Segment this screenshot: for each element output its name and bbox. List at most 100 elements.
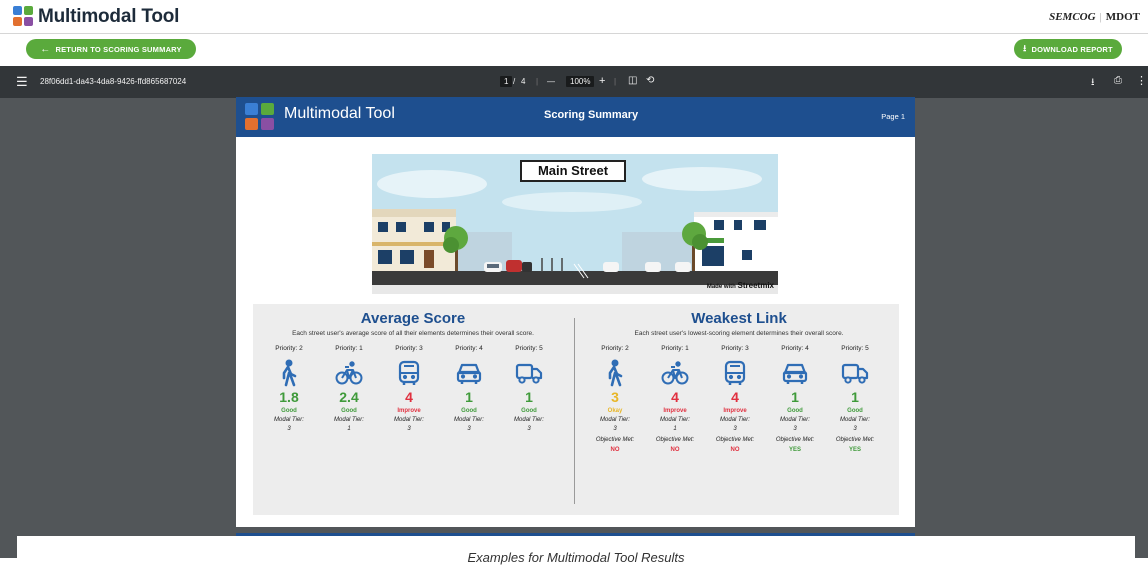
modal-tier-label: Modal Tier:: [660, 417, 690, 423]
print-icon[interactable]: ⎙: [1114, 75, 1122, 86]
modal-tier-label: Modal Tier:: [334, 417, 364, 423]
report-header: Multimodal Tool Scoring Summary Page 1: [236, 97, 915, 137]
truck-icon: [841, 363, 869, 384]
action-bar: ← RETURN TO SCORING SUMMARY ⭳ DOWNLOAD R…: [0, 35, 1148, 65]
page-label: Page 1: [881, 112, 905, 121]
pdf-page: Multimodal Tool Scoring Summary Page 1 M…: [236, 97, 915, 527]
zoom-level-input[interactable]: 100%: [566, 76, 595, 87]
download-button-label: DOWNLOAD REPORT: [1031, 44, 1113, 54]
weakest-column: Priority: 3 4 Improve Modal Tier: 3 Objective…: [705, 345, 765, 455]
partner-semcog: SEMCOG: [1049, 11, 1096, 23]
priority-label: Priority: 2: [601, 345, 629, 352]
modal-tier-label: Modal Tier:: [720, 417, 750, 423]
priority-label: Priority: 4: [455, 345, 483, 352]
modal-tier-value: 3: [407, 426, 411, 432]
modal-tier-value: 3: [613, 426, 617, 432]
more-options-icon[interactable]: ⋮: [1136, 74, 1147, 87]
fit-page-icon[interactable]: ◫: [628, 75, 637, 86]
weakest-column: Priority: 2 3 Okay Modal Tier: 3 Objective Me…: [585, 345, 645, 455]
objective-met-label: Objective Met:: [835, 437, 875, 443]
rating-label: Improve: [397, 408, 421, 414]
toolbar-divider: |: [536, 77, 539, 86]
page-total: 4: [521, 77, 526, 86]
download-icon: ⭳: [1023, 43, 1027, 53]
street-name-label: Main Street: [520, 160, 626, 182]
modal-tier-value: 3: [287, 426, 291, 432]
priority-label: Priority: 3: [721, 345, 749, 352]
objective-met-value: YES: [788, 447, 801, 453]
rating-label: Improve: [663, 408, 687, 414]
truck-icon: [515, 363, 543, 384]
priority-label: Priority: 5: [515, 345, 543, 352]
objective-met-value: NO: [730, 447, 740, 453]
pdf-viewer: ☰ 28f06dd1-da43-4da8-9426-ffd865687024 1…: [0, 66, 1148, 558]
rating-label: Good: [281, 408, 297, 414]
bicycle-icon: [661, 361, 689, 385]
page-number-input[interactable]: 1: [500, 76, 513, 87]
credit-prefix: Made with: [706, 284, 736, 290]
arrow-left-icon: ←: [40, 43, 51, 55]
priority-label: Priority: 1: [661, 345, 689, 352]
average-column: Priority: 3 4 Improve Modal Tier: 3: [379, 345, 439, 434]
priority-label: Priority: 1: [335, 345, 363, 352]
score-value: 2.4: [339, 389, 359, 405]
objective-met-label: Objective Met:: [595, 437, 635, 443]
modal-tier-value: 3: [853, 426, 857, 432]
objective-met-label: Objective Met:: [775, 437, 815, 443]
rating-label: Improve: [723, 408, 747, 414]
partner-mdot: MDOT: [1105, 11, 1140, 23]
download-report-button[interactable]: ⭳ DOWNLOAD REPORT: [1014, 39, 1122, 59]
report-subtitle: Scoring Summary: [544, 109, 639, 121]
priority-label: Priority: 3: [395, 345, 423, 352]
weakest-link-description: Each street user's lowest-scoring elemen…: [634, 330, 844, 337]
weakest-link-panel: Weakest Link Each street user's lowest-s…: [579, 304, 899, 515]
street-illustration: Main Street Made with Streetmix: [372, 154, 778, 294]
modal-tier-label: Modal Tier:: [600, 417, 630, 423]
return-button-label: RETURN TO SCORING SUMMARY: [55, 44, 182, 54]
page-separator: /: [513, 77, 516, 86]
rating-label: Good: [847, 408, 863, 414]
pedestrian-icon: [608, 359, 623, 387]
priority-label: Priority: 4: [781, 345, 809, 352]
average-column: Priority: 2 1.8 Good Modal Tier: 3: [259, 345, 319, 434]
modal-tier-value: 3: [793, 426, 797, 432]
app-logo: [13, 6, 33, 26]
rotate-icon[interactable]: ⟲: [646, 75, 654, 86]
objective-met-value: NO: [670, 447, 680, 453]
panel-divider: [574, 318, 575, 504]
rating-label: Good: [787, 408, 803, 414]
modal-tier-label: Modal Tier:: [514, 417, 544, 423]
priority-label: Priority: 2: [275, 345, 303, 352]
credit-brand: Streetmix: [737, 281, 774, 290]
score-value: 1: [851, 389, 859, 405]
weakest-link-title: Weakest Link: [691, 310, 787, 327]
partner-logos: SEMCOG | MDOT: [1049, 11, 1140, 23]
rating-label: Good: [521, 408, 537, 414]
download-icon[interactable]: ⭳: [1091, 75, 1095, 92]
objective-met-value: YES: [848, 447, 861, 453]
average-column: Priority: 4 1 Good Modal Tier: 3: [439, 345, 499, 434]
modal-tier-label: Modal Tier:: [394, 417, 424, 423]
pdf-toolbar: ☰ 28f06dd1-da43-4da8-9426-ffd865687024 1…: [0, 66, 1148, 98]
app-title: Multimodal Tool: [38, 6, 180, 27]
average-score-description: Each street user's average score of all …: [292, 330, 534, 337]
zoom-out-button[interactable]: —: [547, 77, 555, 86]
zoom-in-button[interactable]: +: [599, 75, 605, 87]
pedestrian-icon: [282, 359, 297, 387]
objective-met-label: Objective Met:: [655, 437, 695, 443]
score-value: 4: [731, 389, 739, 405]
rating-label: Good: [341, 408, 357, 414]
menu-icon[interactable]: ☰: [16, 74, 28, 90]
average-score-panel: Average Score Each street user's average…: [253, 304, 573, 515]
streetmix-credit: Made with Streetmix: [707, 281, 774, 290]
weakest-column: Priority: 5 1 Good Modal Tier: 3 Objective Me…: [825, 345, 885, 455]
bus-icon: [398, 360, 420, 385]
score-value: 1.8: [279, 389, 299, 405]
caption-box: Examples for Multimodal Tool Results: [17, 536, 1135, 565]
modal-tier-label: Modal Tier:: [454, 417, 484, 423]
rating-label: Good: [461, 408, 477, 414]
car-icon: [456, 363, 482, 384]
modal-tier-value: 3: [527, 426, 531, 432]
modal-tier-label: Modal Tier:: [780, 417, 810, 423]
return-to-scoring-summary-button[interactable]: ← RETURN TO SCORING SUMMARY: [26, 39, 196, 59]
